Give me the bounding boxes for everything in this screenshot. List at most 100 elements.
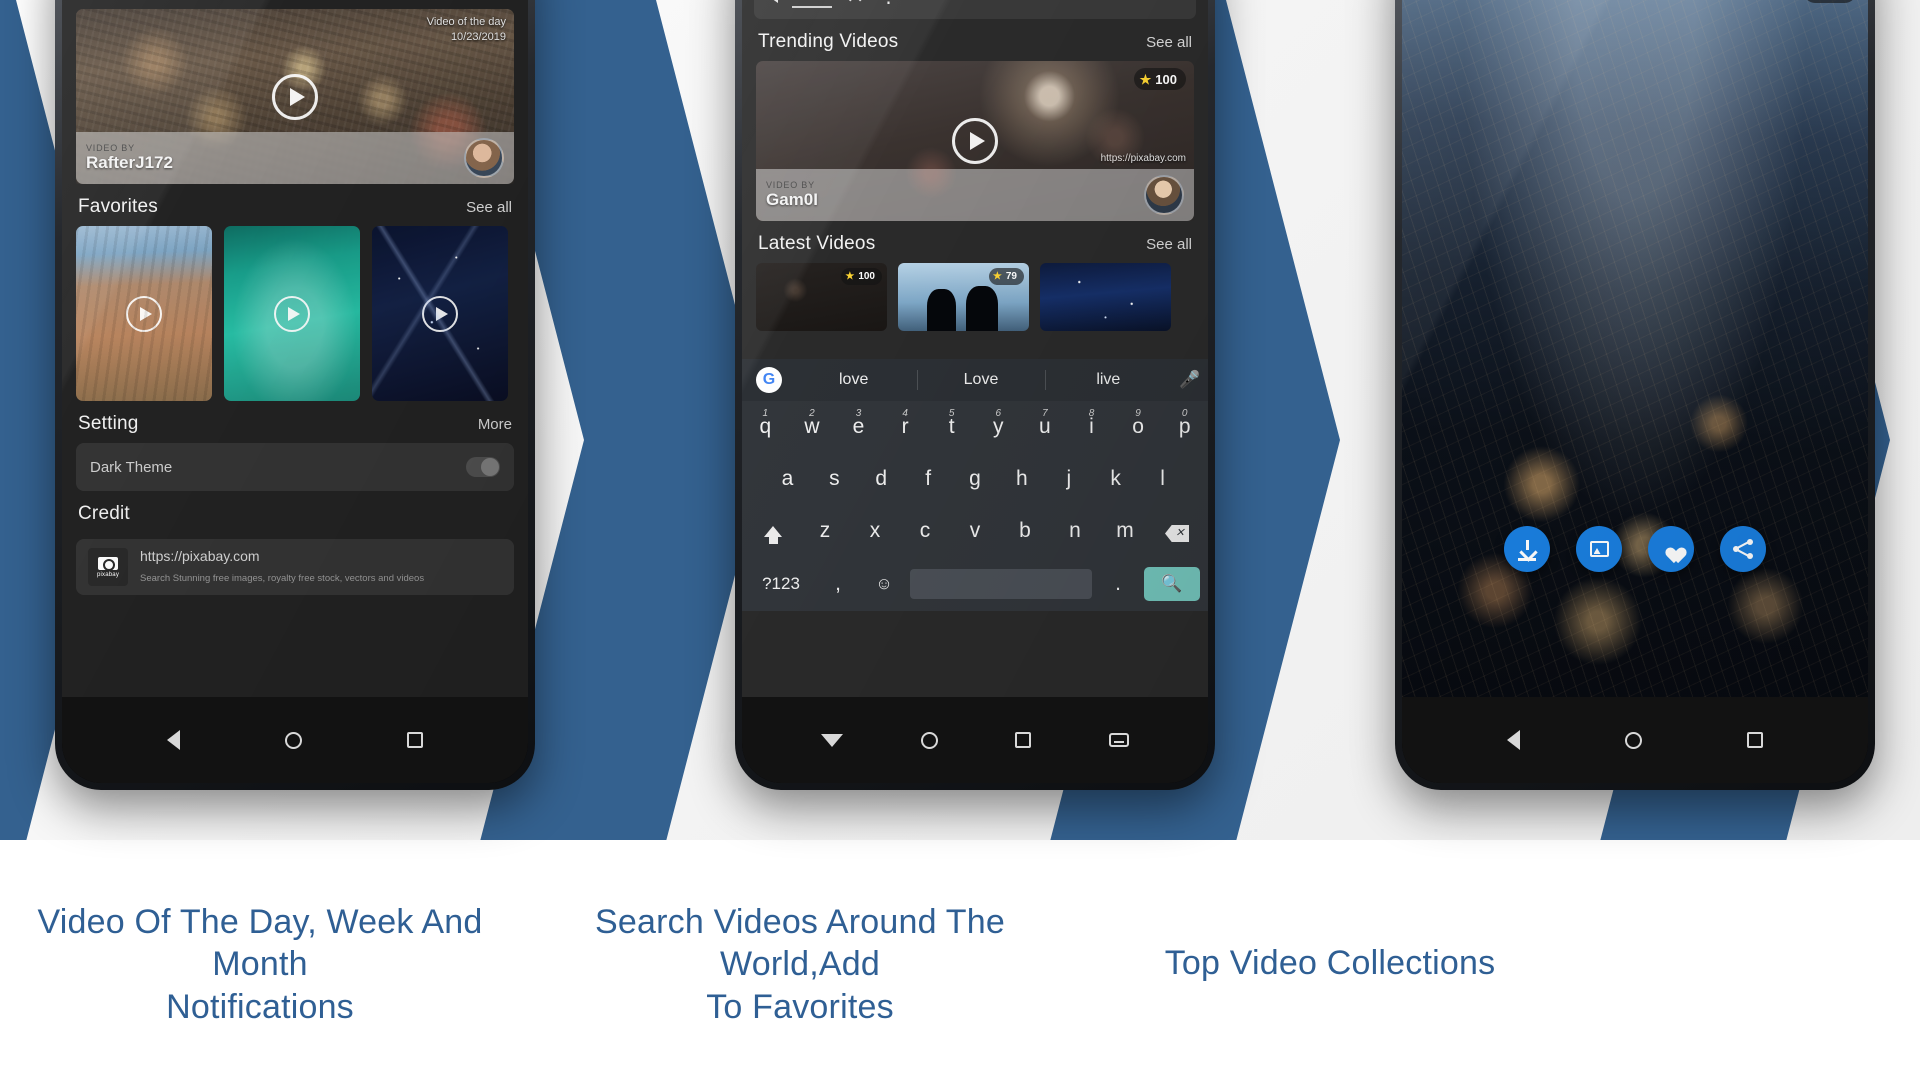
section-title: Setting — [78, 413, 139, 434]
symbols-key[interactable]: ?123 — [750, 574, 812, 594]
dark-theme-row[interactable]: Dark Theme — [76, 443, 514, 491]
backspace-icon: ✕ — [1165, 525, 1189, 542]
play-icon[interactable] — [274, 295, 310, 332]
key-l[interactable]: l — [1139, 467, 1186, 491]
key-i[interactable]: 8i — [1068, 408, 1115, 439]
play-icon[interactable] — [126, 295, 162, 332]
back-icon[interactable] — [167, 730, 180, 750]
key-q[interactable]: 1q — [742, 408, 789, 439]
recents-icon[interactable] — [1747, 732, 1763, 748]
period-key[interactable]: . — [1098, 572, 1138, 596]
list-item[interactable] — [1040, 263, 1171, 331]
key-x[interactable]: x — [850, 519, 900, 543]
shift-key[interactable] — [746, 521, 800, 544]
caption-2: Search Videos Around The World,Add To Fa… — [535, 901, 1065, 1029]
dark-theme-toggle[interactable] — [466, 457, 500, 477]
key-m[interactable]: m — [1100, 519, 1150, 543]
key-y[interactable]: 6y — [975, 408, 1022, 439]
key-n[interactable]: n — [1050, 519, 1100, 543]
see-all-link[interactable]: See all — [466, 199, 512, 216]
phone-mockup-2: ☎ ☰ ▲ 94% ▮ 4:55 love ✕ ⋮ Trending Video… — [735, 0, 1215, 790]
list-item[interactable] — [224, 226, 360, 401]
overflow-menu-icon[interactable]: ⋮ — [878, 0, 898, 6]
key-w[interactable]: 2w — [789, 408, 836, 439]
search-bar[interactable]: love ✕ ⋮ — [754, 0, 1196, 19]
home-icon[interactable] — [285, 731, 302, 749]
back-icon[interactable] — [820, 733, 843, 747]
key-h[interactable]: h — [998, 467, 1045, 491]
see-all-link[interactable]: See all — [1146, 236, 1192, 253]
favorite-button[interactable] — [1648, 526, 1694, 572]
video-of-the-day-tag: Video of the day 10/23/2019 — [427, 15, 506, 45]
list-item[interactable]: ★ 100 — [756, 263, 887, 331]
suggestion-item[interactable]: Love — [917, 371, 1044, 389]
key-number: 2 — [809, 408, 815, 419]
set-wallpaper-button[interactable] — [1576, 526, 1622, 572]
see-all-link[interactable]: See all — [1146, 34, 1192, 51]
key-p[interactable]: 0p — [1161, 408, 1208, 439]
key-number: 8 — [1088, 408, 1095, 419]
key-a[interactable]: a — [764, 467, 811, 491]
google-icon[interactable]: G — [756, 367, 782, 393]
close-icon[interactable]: ✕ — [846, 0, 864, 7]
phone1-screen: ☎ ☰ ▲ 94% ▮ 4:57 Random Videos See all V… — [62, 0, 528, 697]
emoji-icon[interactable]: ☺ — [864, 574, 904, 594]
key-t[interactable]: 5t — [928, 408, 975, 439]
key-o[interactable]: 9o — [1115, 408, 1162, 439]
key-k[interactable]: k — [1092, 467, 1139, 491]
key-b[interactable]: b — [1000, 519, 1050, 543]
key-number: 1 — [762, 408, 769, 419]
pixabay-icon: pixabay — [88, 548, 128, 586]
search-input[interactable]: love — [792, 0, 832, 8]
play-icon[interactable] — [422, 295, 458, 332]
suggestion-item[interactable]: love — [790, 371, 917, 389]
key-number: 7 — [1042, 408, 1048, 419]
key-r[interactable]: 4r — [882, 408, 929, 439]
play-icon[interactable] — [272, 73, 318, 120]
avatar — [464, 138, 504, 178]
key-c[interactable]: c — [900, 519, 950, 543]
key-j[interactable]: j — [1045, 467, 1092, 491]
suggestion-item[interactable]: live — [1045, 371, 1172, 389]
section-header-credit: Credit — [62, 491, 528, 533]
key-d[interactable]: d — [858, 467, 905, 491]
download-button[interactable] — [1504, 526, 1550, 572]
key-u[interactable]: 7u — [1022, 408, 1069, 439]
key-s[interactable]: s — [811, 467, 858, 491]
wallpaper-image — [1402, 0, 1868, 697]
home-icon[interactable] — [1625, 731, 1642, 749]
back-arrow-icon[interactable] — [768, 0, 778, 3]
key-v[interactable]: v — [950, 519, 1000, 543]
key-z[interactable]: z — [800, 519, 850, 543]
play-icon[interactable] — [952, 118, 998, 164]
recents-icon[interactable] — [407, 732, 423, 748]
keyboard-icon[interactable] — [1109, 733, 1130, 747]
section-header-random-videos: Random Videos See all — [62, 0, 528, 9]
search-key[interactable]: 🔍 — [1144, 567, 1200, 601]
video-card-footer: VIDEO BY RafterJ172 — [76, 132, 514, 184]
caption-line-1: Top Video Collections — [1164, 943, 1496, 982]
list-item[interactable] — [372, 226, 508, 401]
mic-icon[interactable]: 🎤 — [1172, 370, 1208, 390]
home-icon[interactable] — [920, 731, 938, 749]
more-link[interactable]: More — [478, 416, 512, 433]
trending-video-card[interactable]: ★ 100 https://pixabay.com VIDEO BY Gam0I — [756, 61, 1194, 221]
space-key[interactable] — [910, 569, 1092, 599]
featured-video-card[interactable]: Video of the day 10/23/2019 VIDEO BY Raf… — [76, 9, 514, 184]
caption-line-1: Search Videos Around The World,Add — [595, 902, 1005, 984]
phone2-screen: ☎ ☰ ▲ 94% ▮ 4:55 love ✕ ⋮ Trending Video… — [742, 0, 1208, 697]
key-e[interactable]: 3e — [835, 408, 882, 439]
list-item[interactable] — [76, 226, 212, 401]
share-button[interactable] — [1720, 526, 1766, 572]
key-g[interactable]: g — [952, 467, 999, 491]
backspace-key[interactable]: ✕ — [1150, 520, 1204, 542]
video-author: VIDEO BY RafterJ172 — [86, 143, 173, 173]
credit-url[interactable]: https://pixabay.com — [140, 548, 260, 564]
back-icon[interactable] — [1507, 730, 1520, 750]
credit-row[interactable]: pixabay https://pixabay.com Search Stunn… — [76, 539, 514, 595]
recents-icon[interactable] — [1015, 732, 1032, 748]
list-item[interactable]: ★ 79 — [898, 263, 1029, 331]
comma-key[interactable]: , — [818, 572, 858, 596]
key-f[interactable]: f — [905, 467, 952, 491]
video-by-name: Gam0I — [766, 189, 818, 209]
